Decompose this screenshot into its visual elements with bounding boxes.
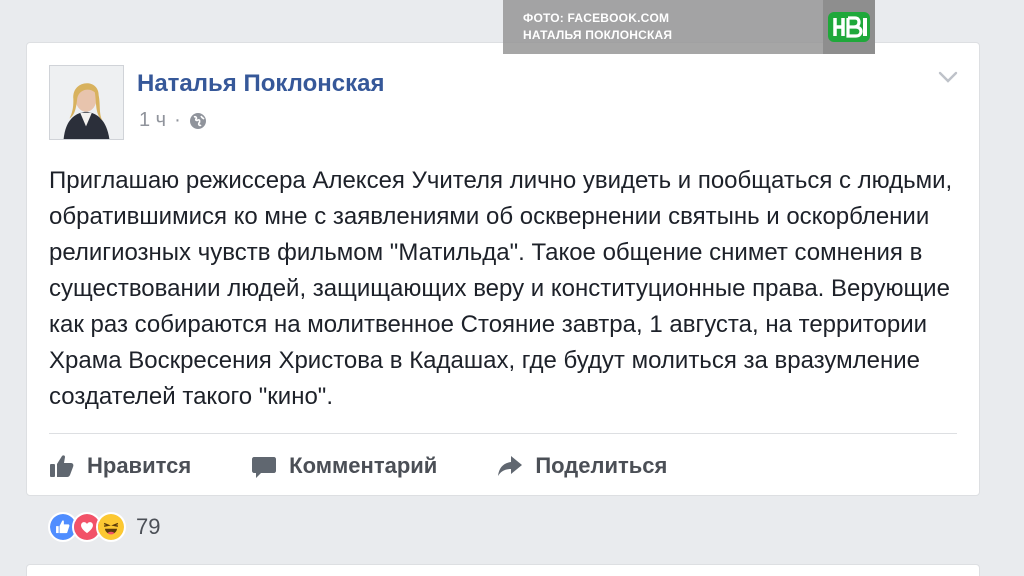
author-name-link[interactable]: Наталья Поклонская xyxy=(137,70,384,98)
photo-credit-overlay: ФОТО: FACEBOOK.COM НАТАЛЬЯ ПОКЛОНСКАЯ xyxy=(503,0,823,54)
speech-bubble-icon xyxy=(251,453,277,479)
avatar-photo xyxy=(50,66,123,139)
post-actions-bar: Нравится Комментарий Поделиться xyxy=(49,448,727,484)
share-arrow-icon xyxy=(497,453,523,479)
post-body-text: Приглашаю режиссера Алексея Учителя личн… xyxy=(49,167,953,410)
meta-separator: · xyxy=(174,109,181,131)
actions-divider xyxy=(49,433,957,434)
post-meta: 1 ч · xyxy=(139,109,207,132)
screen: Наталья Поклонская 1 ч · Приглашаю режис… xyxy=(0,0,1024,576)
photo-credit-name: НАТАЛЬЯ ПОКЛОНСКАЯ xyxy=(523,28,673,42)
comment-button-label: Комментарий xyxy=(289,453,438,478)
share-button[interactable]: Поделиться xyxy=(497,453,667,479)
globe-icon[interactable] xyxy=(189,112,207,130)
comment-button[interactable]: Комментарий xyxy=(251,453,437,479)
next-post-card-edge xyxy=(26,564,980,576)
ntv-logo-icon xyxy=(823,0,875,54)
like-button-label: Нравится xyxy=(87,453,192,478)
chevron-down-icon[interactable] xyxy=(937,69,959,85)
post-timestamp[interactable]: 1 ч xyxy=(139,109,166,132)
reactions-summary[interactable]: 79 xyxy=(48,512,160,542)
photo-credit-source: ФОТО: FACEBOOK.COM xyxy=(523,11,670,25)
author-avatar[interactable] xyxy=(49,65,124,140)
facebook-post-card: Наталья Поклонская 1 ч · Приглашаю режис… xyxy=(26,42,980,496)
haha-reaction-icon xyxy=(96,512,126,542)
thumbs-up-icon xyxy=(49,453,75,479)
share-button-label: Поделиться xyxy=(535,453,668,478)
reactions-count: 79 xyxy=(136,514,161,539)
like-button[interactable]: Нравится xyxy=(49,453,191,479)
